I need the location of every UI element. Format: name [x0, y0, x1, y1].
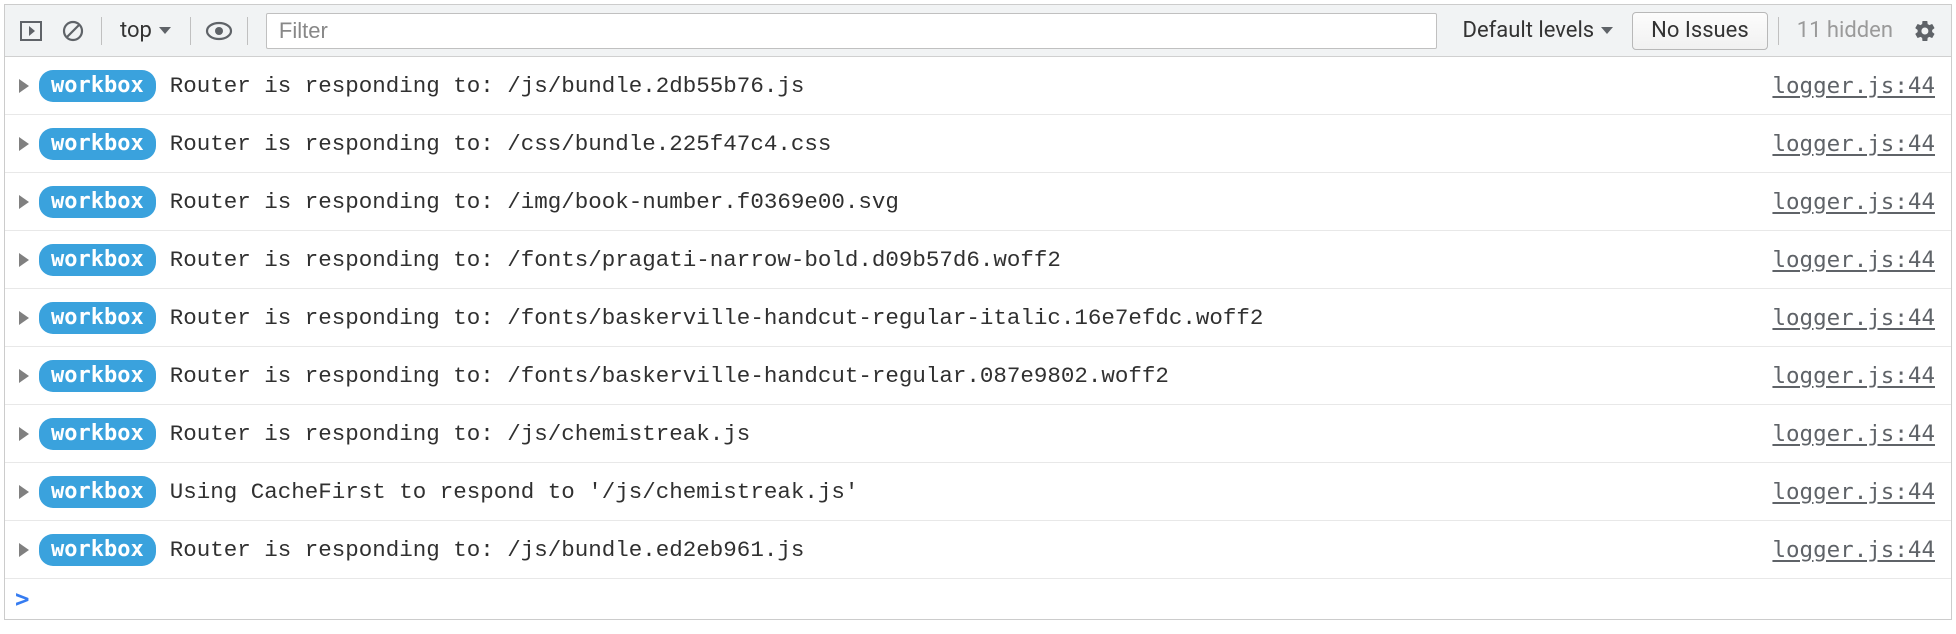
source-link[interactable]: logger.js:44 — [1772, 305, 1941, 331]
levels-label: Default levels — [1463, 18, 1595, 43]
disclosure-triangle-icon[interactable] — [19, 311, 29, 325]
workbox-badge: workbox — [39, 70, 156, 102]
chevron-down-icon — [1600, 26, 1614, 36]
workbox-badge: workbox — [39, 244, 156, 276]
context-selector[interactable]: top — [112, 13, 180, 49]
disclosure-triangle-icon[interactable] — [19, 485, 29, 499]
hidden-messages-count[interactable]: 11 hidden — [1789, 18, 1901, 43]
workbox-badge: workbox — [39, 534, 156, 566]
source-link[interactable]: logger.js:44 — [1772, 73, 1941, 99]
disclosure-triangle-icon[interactable] — [19, 543, 29, 557]
workbox-badge: workbox — [39, 302, 156, 334]
log-message: Router is responding to: /css/bundle.225… — [170, 131, 1773, 157]
console-log-list: workbox Router is responding to: /js/bund… — [5, 57, 1951, 579]
filter-input[interactable] — [266, 13, 1437, 49]
context-label: top — [120, 18, 152, 43]
source-link[interactable]: logger.js:44 — [1772, 479, 1941, 505]
disclosure-triangle-icon[interactable] — [19, 427, 29, 441]
console-prompt-row[interactable]: > — [5, 579, 1951, 619]
prompt-caret-icon: > — [15, 585, 29, 613]
live-expression-icon[interactable] — [201, 13, 237, 49]
console-row: workbox Router is responding to: /js/bund… — [5, 521, 1951, 579]
divider — [1778, 17, 1779, 45]
disclosure-triangle-icon[interactable] — [19, 137, 29, 151]
workbox-badge: workbox — [39, 186, 156, 218]
source-link[interactable]: logger.js:44 — [1772, 363, 1941, 389]
clear-console-icon[interactable] — [55, 13, 91, 49]
issues-label: No Issues — [1651, 18, 1749, 43]
toggle-sidebar-icon[interactable] — [13, 13, 49, 49]
source-link[interactable]: logger.js:44 — [1772, 421, 1941, 447]
divider — [101, 17, 102, 45]
console-row: workbox Router is responding to: /css/bun… — [5, 115, 1951, 173]
disclosure-triangle-icon[interactable] — [19, 79, 29, 93]
console-row: workbox Router is responding to: /js/chem… — [5, 405, 1951, 463]
log-message: Router is responding to: /js/bundle.2db5… — [170, 73, 1773, 99]
issues-button[interactable]: No Issues — [1632, 12, 1768, 50]
source-link[interactable]: logger.js:44 — [1772, 247, 1941, 273]
chevron-down-icon — [158, 26, 172, 36]
console-toolbar: top Default levels No Issues 11 hidden — [5, 5, 1951, 57]
source-link[interactable]: logger.js:44 — [1772, 537, 1941, 563]
console-row: workbox Using CacheFirst to respond to '/… — [5, 463, 1951, 521]
disclosure-triangle-icon[interactable] — [19, 253, 29, 267]
log-message: Router is responding to: /js/chemistreak… — [170, 421, 1773, 447]
log-levels-selector[interactable]: Default levels — [1451, 13, 1627, 49]
log-message: Router is responding to: /fonts/baskervi… — [170, 305, 1773, 331]
divider — [247, 17, 248, 45]
workbox-badge: workbox — [39, 418, 156, 450]
log-message: Router is responding to: /fonts/pragati-… — [170, 247, 1773, 273]
workbox-badge: workbox — [39, 128, 156, 160]
log-message: Using CacheFirst to respond to '/js/chem… — [170, 479, 1773, 505]
console-row: workbox Router is responding to: /js/bund… — [5, 57, 1951, 115]
console-row: workbox Router is responding to: /fonts/b… — [5, 347, 1951, 405]
log-message: Router is responding to: /fonts/baskervi… — [170, 363, 1773, 389]
settings-icon[interactable] — [1907, 13, 1943, 49]
workbox-badge: workbox — [39, 360, 156, 392]
log-message: Router is responding to: /js/bundle.ed2e… — [170, 537, 1773, 563]
devtools-console: top Default levels No Issues 11 hidden w… — [4, 4, 1952, 620]
console-row: workbox Router is responding to: /fonts/b… — [5, 289, 1951, 347]
source-link[interactable]: logger.js:44 — [1772, 189, 1941, 215]
disclosure-triangle-icon[interactable] — [19, 369, 29, 383]
console-row: workbox Router is responding to: /img/boo… — [5, 173, 1951, 231]
disclosure-triangle-icon[interactable] — [19, 195, 29, 209]
divider — [190, 17, 191, 45]
source-link[interactable]: logger.js:44 — [1772, 131, 1941, 157]
log-message: Router is responding to: /img/book-numbe… — [170, 189, 1773, 215]
workbox-badge: workbox — [39, 476, 156, 508]
console-row: workbox Router is responding to: /fonts/p… — [5, 231, 1951, 289]
